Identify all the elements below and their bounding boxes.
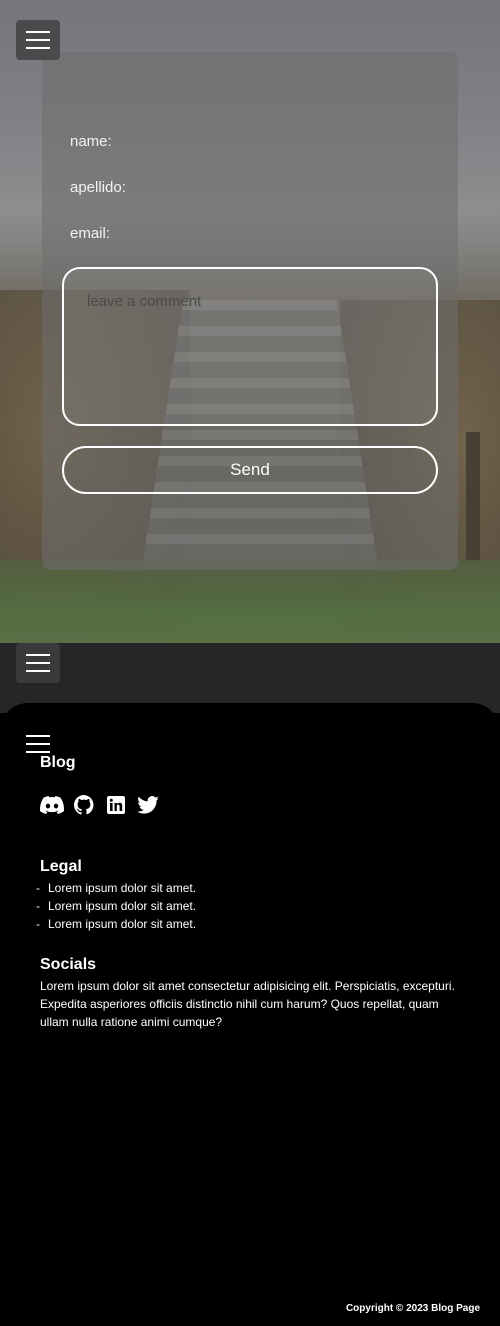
menu-bar — [26, 662, 50, 664]
linkedin-icon[interactable] — [104, 794, 128, 816]
menu-bar — [26, 47, 50, 49]
send-button[interactable]: Send — [62, 446, 438, 494]
socials-description: Lorem ipsum dolor sit amet consectetur a… — [40, 979, 455, 1029]
footer: Blog Legal Lorem ipsum dolor sit amet. L… — [0, 703, 500, 1326]
legal-item-text: Lorem ipsum dolor sit amet. — [48, 917, 197, 931]
twitter-icon[interactable] — [136, 794, 160, 816]
legal-item[interactable]: Lorem ipsum dolor sit amet. — [36, 897, 196, 915]
menu-bar — [26, 735, 50, 737]
surname-label: apellido: — [70, 179, 126, 196]
copyright-text: Copyright © 2023 Blog Page — [345, 1303, 480, 1314]
menu-toggle-button[interactable] — [16, 20, 60, 60]
socials-title: Socials — [40, 956, 97, 973]
legal-list: Lorem ipsum dolor sit amet. Lorem ipsum … — [36, 879, 196, 933]
menu-toggle-button-secondary[interactable] — [16, 643, 60, 683]
email-label: email: — [70, 225, 111, 242]
hero-section: name: apellido: email: leave a comment S… — [0, 0, 500, 643]
menu-bar — [26, 751, 50, 753]
menu-bar — [26, 670, 50, 672]
menu-bar — [26, 31, 50, 33]
menu-bar — [26, 39, 50, 41]
name-label: name: — [70, 133, 112, 150]
comment-textarea[interactable]: leave a comment — [62, 267, 438, 426]
menu-bar — [26, 743, 50, 745]
discord-icon[interactable] — [40, 794, 64, 816]
legal-title: Legal — [40, 858, 82, 875]
menu-bar — [26, 654, 50, 656]
social-icons — [40, 794, 160, 816]
legal-item-text: Lorem ipsum dolor sit amet. — [48, 899, 197, 913]
comment-placeholder: leave a comment — [87, 293, 202, 310]
legal-item[interactable]: Lorem ipsum dolor sit amet. — [36, 915, 196, 933]
blog-title: Blog — [40, 754, 76, 771]
legal-item-text: Lorem ipsum dolor sit amet. — [48, 881, 197, 895]
legal-item[interactable]: Lorem ipsum dolor sit amet. — [36, 879, 196, 897]
hamburger-menu-icon[interactable] — [26, 735, 50, 753]
contact-form: name: apellido: email: leave a comment S… — [42, 52, 458, 570]
github-icon[interactable] — [72, 794, 96, 816]
